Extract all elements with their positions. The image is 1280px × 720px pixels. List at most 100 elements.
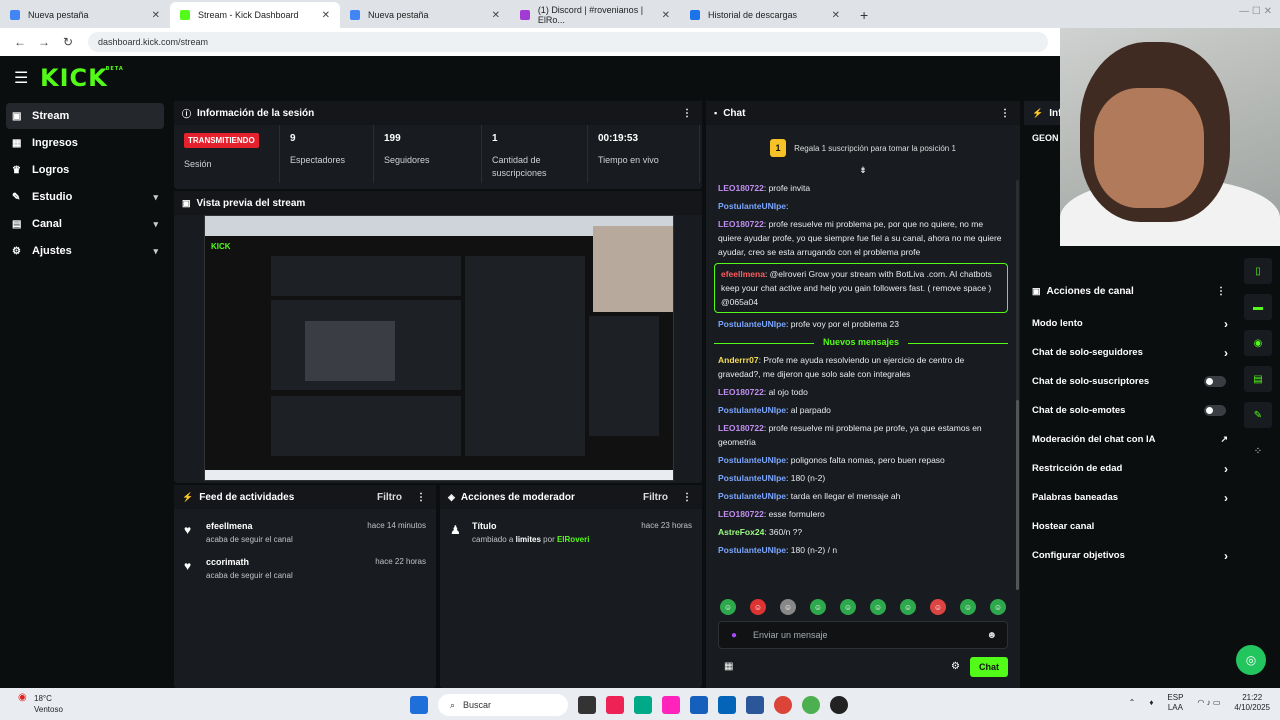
sidebar-item-logros[interactable]: ♛ Logros xyxy=(6,157,164,183)
outlook-icon[interactable] xyxy=(718,696,736,714)
more-icon[interactable]: ⋮ xyxy=(416,492,426,503)
wifi-icon[interactable]: ◠ ♪ ▭ xyxy=(1197,698,1220,708)
mod-user[interactable]: ElRoveri xyxy=(557,535,589,544)
feed-filter-button[interactable]: Filtro xyxy=(377,492,402,503)
chat-username[interactable]: LEO180722 xyxy=(718,509,764,519)
chat-scrollbar[interactable] xyxy=(1016,180,1019,590)
chat-username[interactable]: LEO180722 xyxy=(718,219,764,229)
chat-username[interactable]: PostulanteUNIpe xyxy=(718,405,786,415)
channel-action[interactable]: Chat de solo-seguidores › xyxy=(1024,338,1236,367)
toggle-switch[interactable] xyxy=(1204,376,1226,387)
mic-tray-icon[interactable]: ♦ xyxy=(1149,698,1153,708)
pinned-banner[interactable]: 1 Regala 1 suscripción para tomar la posi… xyxy=(706,125,1020,171)
channel-action[interactable]: Modo lento › xyxy=(1024,309,1236,338)
assistant-fab[interactable]: ◎ xyxy=(1236,645,1266,675)
sidebar-item-stream[interactable]: ▣ Stream xyxy=(6,103,164,129)
close-icon[interactable]: ✕ xyxy=(152,10,160,21)
phone-icon[interactable]: ▯ xyxy=(1244,258,1272,284)
channel-action[interactable]: Configurar objetivos › xyxy=(1024,541,1236,570)
feed-user[interactable]: ccorimath xyxy=(206,557,293,567)
clock[interactable]: 21:22 4/10/2025 xyxy=(1234,693,1270,713)
tools-icon[interactable]: ✎ xyxy=(1244,402,1272,428)
channel-action[interactable]: Chat de solo-suscriptores xyxy=(1024,367,1236,396)
more-icon[interactable]: ⋮ xyxy=(682,492,692,503)
emote-icon[interactable]: ☺ xyxy=(870,599,886,615)
channel-action[interactable]: Hostear canal xyxy=(1024,512,1236,541)
mic-icon[interactable]: ● xyxy=(731,630,737,641)
explorer-icon[interactable] xyxy=(662,696,680,714)
close-icon[interactable]: ✕ xyxy=(832,10,840,21)
emote-icon[interactable]: ☺ xyxy=(720,599,736,615)
chat-username[interactable]: efeellmena xyxy=(721,269,765,279)
weather-widget[interactable]: 18°C Ventoso xyxy=(34,693,63,715)
emote-icon[interactable]: ☺ xyxy=(960,599,976,615)
chevron-down-icon[interactable]: ▾ xyxy=(153,192,158,203)
gear-icon[interactable]: ⚙ xyxy=(951,661,960,672)
emote-icon[interactable]: ☺ xyxy=(750,599,766,615)
chat-username[interactable]: PostulanteUNIpe xyxy=(718,545,786,555)
chat-bubble-icon[interactable]: ▬ xyxy=(1244,294,1272,320)
sidebar-item-ajustes[interactable]: ⚙ Ajustes ▾ xyxy=(6,238,164,264)
chevron-down-icon[interactable]: ▾ xyxy=(153,219,158,230)
emote-icon[interactable]: ☺ xyxy=(780,599,796,615)
emote-icon[interactable]: ☺ xyxy=(810,599,826,615)
chat-username[interactable]: PostulanteUNIpe xyxy=(718,201,786,211)
store-app-icon[interactable] xyxy=(690,696,708,714)
browser-tab[interactable]: Stream - Kick Dashboard ✕ xyxy=(170,2,340,28)
emote-icon[interactable]: ☺ xyxy=(930,599,946,615)
close-icon[interactable]: ✕ xyxy=(662,10,670,21)
chrome-icon[interactable] xyxy=(774,696,792,714)
menu-icon[interactable]: ☰ xyxy=(14,68,40,88)
copilot-icon[interactable] xyxy=(606,696,624,714)
broadcast-icon[interactable]: ◉ xyxy=(1244,330,1272,356)
close-icon[interactable]: ✕ xyxy=(492,10,500,21)
taskbar-search[interactable]: ⌕ Buscar xyxy=(438,694,568,716)
chat-input[interactable]: ● Enviar un mensaje ☻ xyxy=(718,621,1008,649)
browser-tab[interactable]: Nueva pestaña ✕ xyxy=(340,2,510,28)
new-tab-button[interactable]: + xyxy=(850,2,878,28)
sidebar-item-ingresos[interactable]: ▦ Ingresos xyxy=(6,130,164,156)
apps-icon[interactable]: ⁘ xyxy=(1244,438,1272,464)
sidebar-item-canal[interactable]: ▤ Canal ▾ xyxy=(6,211,164,237)
emoji-icon[interactable]: ☻ xyxy=(986,630,997,641)
more-icon[interactable]: ⋮ xyxy=(682,108,692,119)
store-icon[interactable]: ▦ xyxy=(724,661,733,672)
mod-filter-button[interactable]: Filtro xyxy=(643,492,668,503)
tray-chevron-icon[interactable]: ⌃ xyxy=(1129,698,1136,708)
close-icon[interactable]: ✕ xyxy=(322,10,330,21)
channel-action[interactable]: Moderación del chat con IA ↗ xyxy=(1024,425,1236,454)
channel-action[interactable]: Palabras baneadas › xyxy=(1024,483,1236,512)
kick-logo[interactable]: KICK BETA xyxy=(40,64,123,92)
sidebar-item-estudio[interactable]: ✎ Estudio ▾ xyxy=(6,184,164,210)
channel-action[interactable]: Restricción de edad › xyxy=(1024,454,1236,483)
reload-icon[interactable]: ↻ xyxy=(56,35,80,49)
chat-username[interactable]: LEO180722 xyxy=(718,183,764,193)
emote-icon[interactable]: ☺ xyxy=(840,599,856,615)
browser-tab[interactable]: Nueva pestaña ✕ xyxy=(0,2,170,28)
word-icon[interactable] xyxy=(746,696,764,714)
browser-tab[interactable]: (1) Discord | #rovenianos | ElRo... ✕ xyxy=(510,2,680,28)
edge-icon[interactable] xyxy=(634,696,652,714)
chat-username[interactable]: LEO180722 xyxy=(718,423,764,433)
task-view-icon[interactable] xyxy=(578,696,596,714)
chat-username[interactable]: PostulanteUNIpe xyxy=(718,491,786,501)
chat-username[interactable]: PostulanteUNIpe xyxy=(718,319,786,329)
chat-username[interactable]: AstreFox24 xyxy=(718,527,764,537)
url-field[interactable]: dashboard.kick.com/stream xyxy=(88,32,1048,52)
emote-icon[interactable]: ☺ xyxy=(900,599,916,615)
chat-username[interactable]: PostulanteUNIpe xyxy=(718,473,786,483)
toggle-switch[interactable] xyxy=(1204,405,1226,416)
stream-preview[interactable]: KICK xyxy=(204,215,674,481)
browser-tab[interactable]: Historial de descargas ✕ xyxy=(680,2,850,28)
more-icon[interactable]: ⋮ xyxy=(1216,286,1226,297)
obs-icon[interactable] xyxy=(830,696,848,714)
channel-action[interactable]: Chat de solo-emotes xyxy=(1024,396,1236,425)
send-chat-button[interactable]: Chat xyxy=(970,657,1008,677)
windows-start-icon[interactable] xyxy=(410,696,428,714)
chat-username[interactable]: PostulanteUNIpe xyxy=(718,455,786,465)
chat-username[interactable]: Anderrr07 xyxy=(718,355,759,365)
more-icon[interactable]: ⋮ xyxy=(1000,108,1010,119)
emote-icon[interactable]: ☺ xyxy=(990,599,1006,615)
language-indicator[interactable]: ESP LAA xyxy=(1167,693,1183,713)
window-controls[interactable]: — ☐ ✕ xyxy=(1239,6,1272,17)
